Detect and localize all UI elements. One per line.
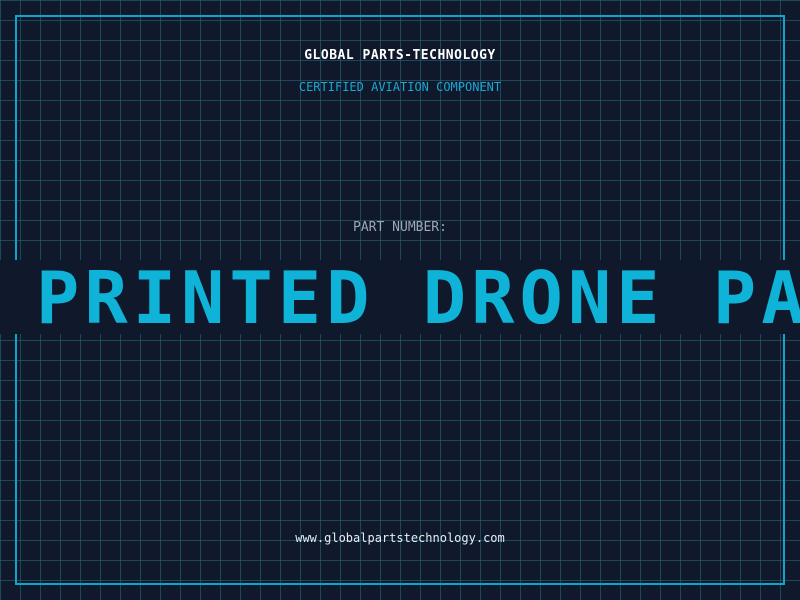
part-number-value: PRINTED DRONE PAR: [36, 260, 800, 334]
part-number-banner: PRINTED DRONE PAR: [0, 260, 800, 334]
part-number-label: PART NUMBER:: [353, 220, 447, 235]
certificate-page: GLOBAL PARTS-TECHNOLOGY CERTIFIED AVIATI…: [0, 0, 800, 600]
certification-subtitle: CERTIFIED AVIATION COMPONENT: [298, 80, 502, 94]
company-name: GLOBAL PARTS-TECHNOLOGY: [304, 48, 496, 63]
website-url: www.globalpartstechnology.com: [295, 531, 505, 545]
